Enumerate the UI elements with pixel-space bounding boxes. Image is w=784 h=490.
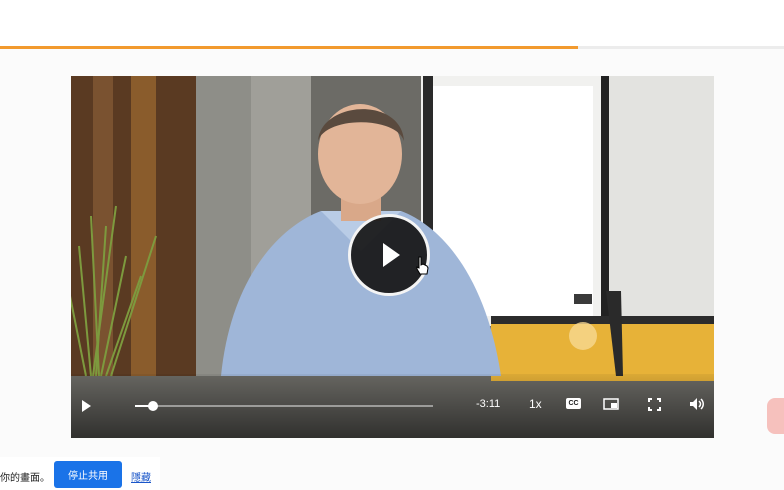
control-bar: -3:11 1x CC <box>71 374 714 438</box>
seek-thumb[interactable] <box>147 401 158 411</box>
share-message: 你的畫面。 <box>0 473 50 484</box>
play-icon <box>383 243 400 267</box>
play-button[interactable] <box>82 399 96 413</box>
video-player[interactable]: -3:11 1x CC <box>71 76 714 438</box>
stop-sharing-button[interactable]: 停止共用 <box>54 461 122 488</box>
time-remaining: -3:11 <box>476 398 501 410</box>
screen-share-bar: 你的畫面。 停止共用 隱藏 <box>0 457 160 490</box>
playback-speed-button[interactable]: 1x <box>529 397 542 411</box>
top-bar <box>0 0 784 46</box>
page-progress-bar <box>0 46 784 49</box>
hide-link[interactable]: 隱藏 <box>131 469 151 484</box>
cc-button[interactable]: CC <box>566 398 581 409</box>
play-small-icon <box>82 400 91 412</box>
page-progress-fill <box>0 46 578 49</box>
fullscreen-icon[interactable] <box>648 398 661 411</box>
hand-cursor-icon <box>416 256 429 275</box>
seek-bar[interactable] <box>135 401 433 411</box>
side-widget-badge[interactable] <box>767 398 784 434</box>
big-play-button[interactable] <box>348 214 430 296</box>
picture-in-picture-icon[interactable] <box>603 398 619 410</box>
volume-icon[interactable] <box>689 397 705 411</box>
